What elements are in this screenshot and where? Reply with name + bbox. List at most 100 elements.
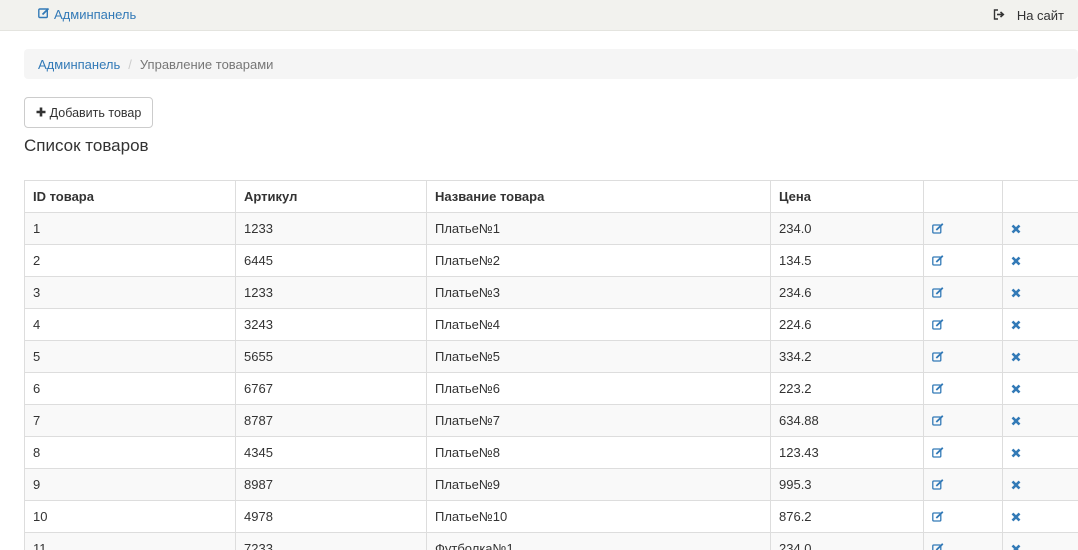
brand-label: Админпанель [54,7,137,22]
delete-icon[interactable] [1011,352,1070,362]
brand-link[interactable]: Админпанель [38,7,136,22]
header-price: Цена [770,180,924,213]
edit-cell [923,308,1003,341]
cell-id: 3 [24,276,236,309]
delete-cell [1002,468,1078,501]
breadcrumb-current: Управление товарами [139,56,274,72]
cell-name: Платье№4 [426,308,771,341]
table-row: 10 4978 Платье№10 876.2 [24,500,1078,533]
edit-icon[interactable] [932,543,994,550]
cell-name: Платье№8 [426,436,771,469]
cell-id: 5 [24,340,236,373]
edit-cell [923,532,1003,550]
edit-icon[interactable] [932,255,994,266]
cell-id: 1 [24,212,236,245]
edit-icon[interactable] [932,383,994,394]
cell-price: 123.43 [770,436,924,469]
table-header-row: ID товара Артикул Название товара Цена [24,180,1078,213]
table-row: 8 4345 Платье№8 123.43 [24,436,1078,469]
cell-sku: 4978 [235,500,427,533]
edit-cell [923,500,1003,533]
edit-icon [38,7,50,22]
edit-cell [923,436,1003,469]
cell-sku: 5655 [235,340,427,373]
cell-price: 995.3 [770,468,924,501]
add-product-button[interactable]: Добавить товар [24,97,153,128]
sign-out-icon [993,8,1005,23]
delete-cell [1002,500,1078,533]
table-row: 2 6445 Платье№2 134.5 [24,244,1078,277]
cell-id: 10 [24,500,236,533]
delete-icon[interactable] [1011,224,1070,234]
cell-name: Платье№6 [426,372,771,405]
table-row: 11 7233 Футболка№1 234.0 [24,532,1078,550]
cell-name: Платье№5 [426,340,771,373]
delete-cell [1002,404,1078,437]
edit-icon[interactable] [932,223,994,234]
plus-icon [36,105,46,120]
table-row: 7 8787 Платье№7 634.88 [24,404,1078,437]
delete-icon[interactable] [1011,416,1070,426]
delete-cell [1002,212,1078,245]
page-title: Список товаров [24,136,149,155]
cell-sku: 6445 [235,244,427,277]
delete-icon[interactable] [1011,512,1070,522]
delete-cell [1002,436,1078,469]
cell-id: 11 [24,532,236,550]
edit-cell [923,212,1003,245]
cell-id: 7 [24,404,236,437]
header-name: Название товара [426,180,771,213]
table-row: 6 6767 Платье№6 223.2 [24,372,1078,405]
header-id: ID товара [24,180,236,213]
cell-name: Платье№1 [426,212,771,245]
cell-name: Платье№2 [426,244,771,277]
breadcrumb: Админпанель / Управление товарами [24,49,1078,79]
cell-sku: 8987 [235,468,427,501]
edit-icon[interactable] [932,415,994,426]
delete-icon[interactable] [1011,544,1070,550]
cell-price: 234.6 [770,276,924,309]
edit-cell [923,468,1003,501]
cell-sku: 4345 [235,436,427,469]
cell-sku: 6767 [235,372,427,405]
delete-icon[interactable] [1011,256,1070,266]
products-table: ID товара Артикул Название товара Цена 1… [24,180,1078,550]
cell-name: Футболка№1 [426,532,771,550]
edit-icon[interactable] [932,287,994,298]
breadcrumb-separator: / [128,56,132,72]
table-row: 4 3243 Платье№4 224.6 [24,308,1078,341]
edit-cell [923,244,1003,277]
edit-icon[interactable] [932,447,994,458]
table-row: 1 1233 Платье№1 234.0 [24,212,1078,245]
delete-icon[interactable] [1011,448,1070,458]
cell-id: 6 [24,372,236,405]
delete-icon[interactable] [1011,320,1070,330]
table-row: 9 8987 Платье№9 995.3 [24,468,1078,501]
cell-sku: 1233 [235,212,427,245]
cell-name: Платье№3 [426,276,771,309]
delete-icon[interactable] [1011,480,1070,490]
delete-cell [1002,372,1078,405]
add-product-label: Добавить товар [49,105,142,120]
delete-icon[interactable] [1011,384,1070,394]
cell-price: 234.0 [770,532,924,550]
delete-cell [1002,308,1078,341]
edit-icon[interactable] [932,479,994,490]
edit-icon[interactable] [932,351,994,362]
top-navbar: Админпанель На сайт [0,0,1078,31]
cell-price: 223.2 [770,372,924,405]
breadcrumb-home-link[interactable]: Админпанель [38,57,120,72]
site-link-label: На сайт [1016,8,1064,23]
delete-cell [1002,244,1078,277]
edit-icon[interactable] [932,319,994,330]
delete-cell [1002,340,1078,373]
cell-sku: 8787 [235,404,427,437]
delete-cell [1002,532,1078,550]
site-link[interactable]: На сайт [993,8,1064,23]
delete-icon[interactable] [1011,288,1070,298]
cell-price: 334.2 [770,340,924,373]
cell-price: 234.0 [770,212,924,245]
edit-icon[interactable] [932,511,994,522]
cell-sku: 7233 [235,532,427,550]
cell-id: 8 [24,436,236,469]
